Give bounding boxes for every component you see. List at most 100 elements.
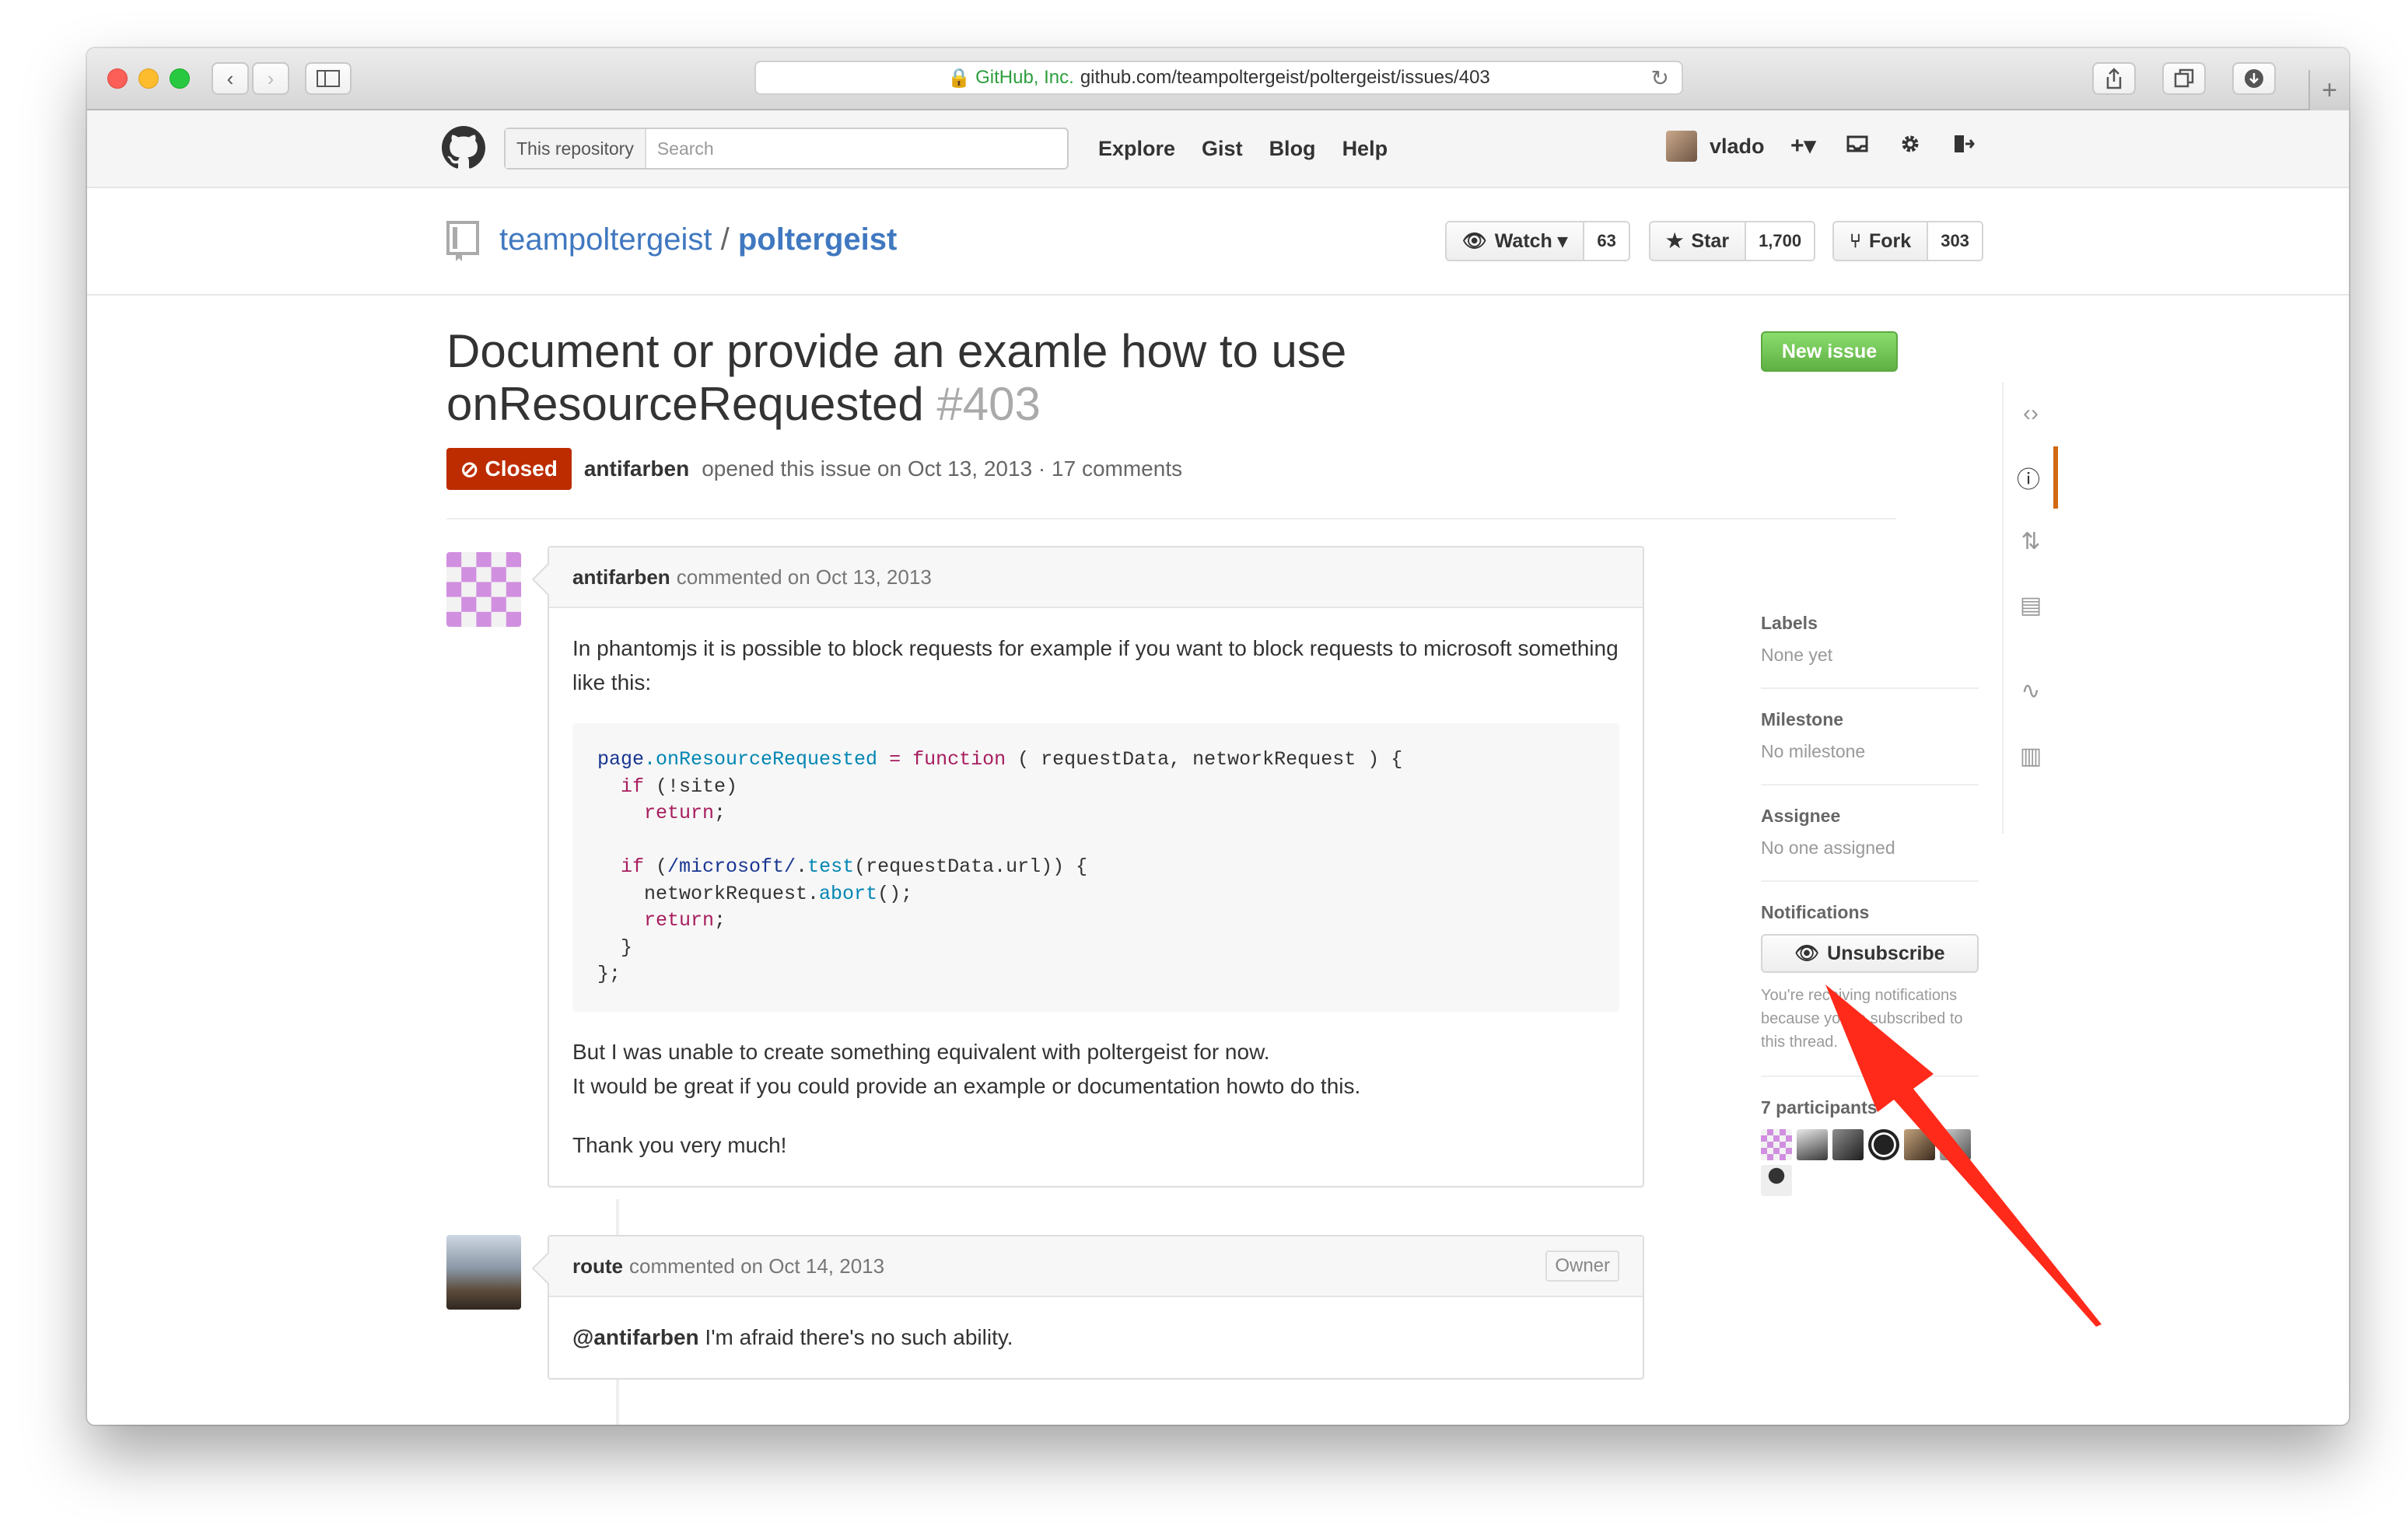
user-menu[interactable]: vlado <box>1666 131 1765 162</box>
participant-avatar[interactable] <box>1797 1129 1828 1160</box>
new-tab-button[interactable]: + <box>2308 70 2349 110</box>
issue-meta: ⊘ Closed antifarben opened this issue on … <box>446 448 1182 490</box>
new-issue-button[interactable]: New issue <box>1761 331 1898 372</box>
issue-author-link[interactable]: antifarben <box>584 456 689 481</box>
wiki-nav-icon[interactable]: ▤ <box>2004 574 2058 636</box>
repo-owner-link[interactable]: teampoltergeist <box>499 222 712 257</box>
repo-title: teampoltergeist / poltergeist <box>499 222 897 257</box>
back-button[interactable]: ‹ <box>212 62 249 95</box>
comment-body: In phantomjs it is possible to block req… <box>549 608 1643 1186</box>
issue-title: Document or provide an examle how to use… <box>446 325 1846 431</box>
github-header: This repository Search Explore Gist Blog… <box>87 110 2349 188</box>
labels-value: None yet <box>1761 645 1833 665</box>
labels-title: Labels <box>1761 613 1818 633</box>
comment-paragraph: Thank you very much! <box>572 1132 787 1157</box>
issues-nav-icon[interactable]: ⓘ <box>2004 446 2058 509</box>
participant-avatar[interactable] <box>1868 1129 1899 1160</box>
url-text: github.com/teampoltergeist/poltergeist/i… <box>1080 67 1490 88</box>
chevron-right-icon: › <box>267 66 275 90</box>
inbox-icon[interactable] <box>1846 132 1869 156</box>
avatar[interactable] <box>446 552 521 627</box>
nav-gist-link[interactable]: Gist <box>1202 137 1243 161</box>
code-nav-icon[interactable]: ‹› <box>2004 383 2058 445</box>
sidebar-icon <box>317 70 340 87</box>
participant-avatar[interactable] <box>1761 1165 1792 1196</box>
participants-title: 7 participants <box>1761 1097 1878 1118</box>
repo-navigation-rail: ‹› ⓘ ⇅ ▤ ∿ ▥ <box>2002 383 2058 834</box>
search-input[interactable]: Search <box>646 138 714 159</box>
gear-icon[interactable] <box>1899 132 1922 156</box>
github-logo-icon[interactable] <box>442 126 485 170</box>
comment-paragraph: @antifarben I'm afraid there's no such a… <box>572 1325 1013 1349</box>
pulse-nav-icon[interactable]: ∿ <box>2004 659 2058 722</box>
issue-sidebar: Labels None yet Milestone No milestone A… <box>1761 593 1979 1218</box>
owner-badge: Owner <box>1545 1250 1619 1282</box>
graphs-nav-icon[interactable]: ▥ <box>2004 725 2058 787</box>
watch-count[interactable]: 63 <box>1584 222 1629 260</box>
eye-icon: 👁 <box>1794 942 1820 964</box>
assignee-section: Assignee No one assigned <box>1761 785 1979 882</box>
sidebar-toggle-button[interactable] <box>305 62 352 95</box>
zoom-window-button[interactable] <box>170 68 190 89</box>
star-group: ★ Star 1,700 <box>1649 221 1816 261</box>
issue-number: #403 <box>936 378 1041 430</box>
code-block: page.onResourceRequested = function ( re… <box>572 723 1619 1012</box>
nav-explore-link[interactable]: Explore <box>1098 137 1175 161</box>
sign-out-icon[interactable] <box>1951 132 1975 156</box>
minimize-window-button[interactable] <box>138 68 159 89</box>
downloads-button[interactable] <box>2232 62 2276 95</box>
assignee-value: No one assigned <box>1761 838 1895 858</box>
avatar[interactable] <box>446 1235 521 1310</box>
star-icon: ★ <box>1666 230 1684 252</box>
notifications-note: You're receiving notifications because y… <box>1761 987 1963 1051</box>
participant-avatar[interactable] <box>1761 1129 1792 1160</box>
nav-help-link[interactable]: Help <box>1342 137 1388 161</box>
search-box[interactable]: This repository Search <box>504 128 1069 170</box>
address-bar[interactable]: 🔒 GitHub, Inc. github.com/teampoltergeis… <box>754 61 1683 95</box>
issue-title-line2: onResourceRequested <box>446 378 924 430</box>
repo-name-link[interactable]: poltergeist <box>738 222 897 257</box>
chevron-left-icon: ‹ <box>226 66 234 90</box>
header-nav: Explore Gist Blog Help <box>1098 137 1388 161</box>
participant-avatar[interactable] <box>1832 1129 1864 1160</box>
issue-opened-text: opened this issue on Oct 13, 2013 · 17 c… <box>702 456 1183 481</box>
pull-requests-nav-icon[interactable]: ⇅ <box>2004 510 2058 572</box>
comment-author-link[interactable]: antifarben <box>572 565 670 589</box>
participant-avatar[interactable] <box>1940 1129 1971 1160</box>
unsubscribe-label: Unsubscribe <box>1827 942 1945 964</box>
forward-button[interactable]: › <box>252 62 289 95</box>
watch-group: 👁 Watch ▾ 63 <box>1445 221 1630 261</box>
timeline-connector <box>616 1378 619 1425</box>
mention-link[interactable]: @antifarben <box>572 1325 699 1349</box>
comment-paragraph: In phantomjs it is possible to block req… <box>572 636 1619 694</box>
nav-blog-link[interactable]: Blog <box>1269 137 1316 161</box>
fork-button[interactable]: ⑂ Fork <box>1834 222 1929 260</box>
star-count[interactable]: 1,700 <box>1746 222 1815 260</box>
secure-site-label: GitHub, Inc. <box>975 67 1074 88</box>
fork-count[interactable]: 303 <box>1928 222 1982 260</box>
comment-author-link[interactable]: route <box>572 1254 623 1278</box>
reload-icon[interactable]: ↻ <box>1651 65 1669 91</box>
unsubscribe-button[interactable]: 👁 Unsubscribe <box>1761 934 1979 973</box>
comment-card: route commented on Oct 14, 2013 Owner @a… <box>548 1235 1644 1380</box>
close-window-button[interactable] <box>107 68 128 89</box>
star-label: Star <box>1691 229 1730 252</box>
comment-paragraph: But I was unable to create something equ… <box>572 1039 1270 1064</box>
tabs-overview-button[interactable] <box>2162 62 2206 95</box>
search-scope-label: This repository <box>506 129 646 168</box>
participant-avatar[interactable] <box>1904 1129 1935 1160</box>
milestone-title: Milestone <box>1761 709 1844 729</box>
share-button[interactable] <box>2092 62 2136 95</box>
participants-section: 7 participants <box>1761 1077 1979 1218</box>
comment-timestamp[interactable]: commented on Oct 13, 2013 <box>677 565 932 589</box>
fork-icon: ⑂ <box>1850 229 1862 252</box>
create-new-menu[interactable]: +▾ <box>1790 132 1816 159</box>
watch-button[interactable]: 👁 Watch ▾ <box>1447 222 1585 260</box>
status-label: Closed <box>485 456 558 481</box>
notifications-section: Notifications 👁 Unsubscribe You're receiv… <box>1761 882 1979 1077</box>
comment-timestamp[interactable]: commented on Oct 14, 2013 <box>629 1254 884 1278</box>
participants-avatars <box>1761 1129 1979 1196</box>
header-icons: +▾ <box>1790 132 1975 159</box>
comment-paragraph: It would be great if you could provide a… <box>572 1073 1361 1098</box>
star-button[interactable]: ★ Star <box>1650 222 1747 260</box>
